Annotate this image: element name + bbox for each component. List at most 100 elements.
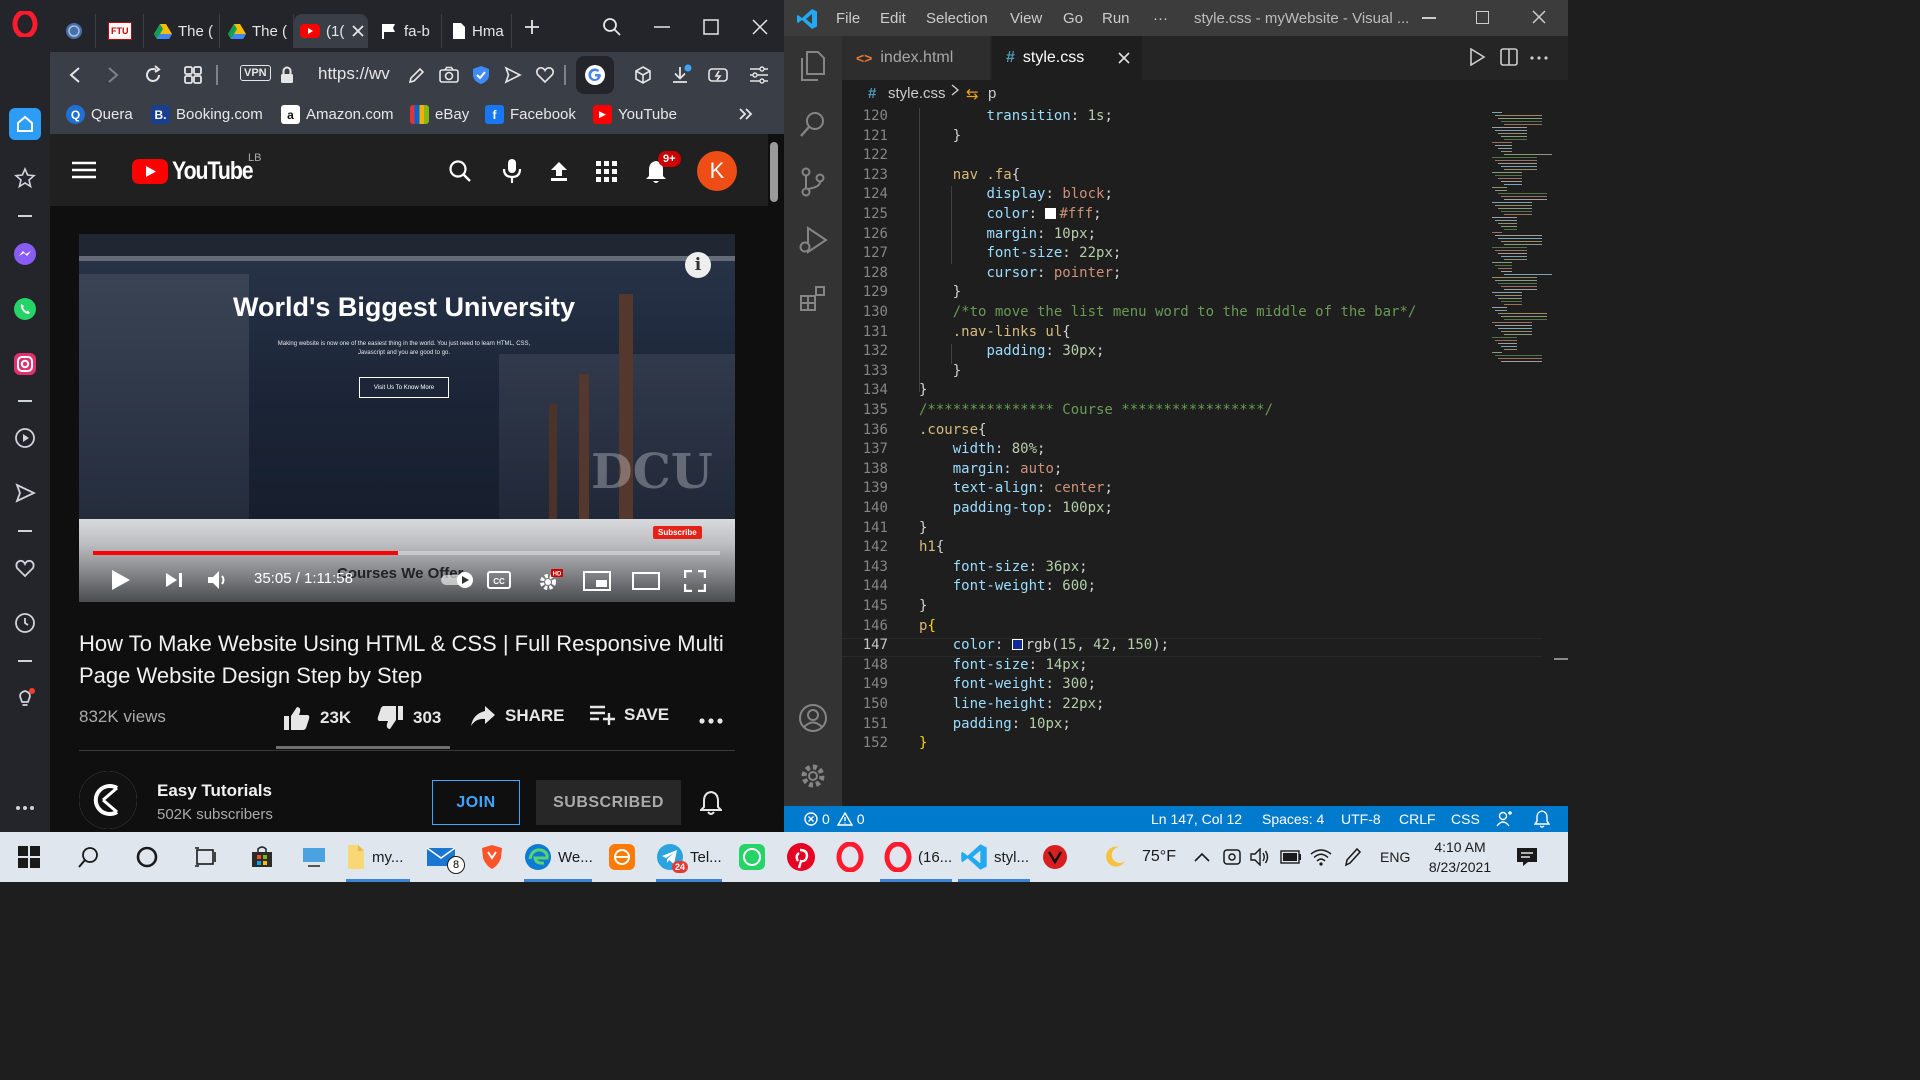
search-icon[interactable] xyxy=(448,159,472,183)
new-tab-plus-icon[interactable] xyxy=(512,10,552,44)
bookmark-booking[interactable]: B. Booking.com xyxy=(151,105,263,124)
close-icon[interactable] xyxy=(1118,52,1130,64)
taskbar-telegram[interactable]: Tel... xyxy=(656,839,722,875)
home-icon[interactable] xyxy=(9,108,41,140)
color-swatch[interactable] xyxy=(1045,208,1057,219)
video-frame[interactable]: World's Biggest University Making websit… xyxy=(79,234,735,519)
microphone-icon[interactable] xyxy=(502,158,522,184)
vs-close-icon[interactable] xyxy=(1532,10,1546,24)
breadcrumb-symbol[interactable]: p xyxy=(988,85,996,102)
heart-icon[interactable] xyxy=(9,552,41,584)
apps-grid-icon[interactable] xyxy=(596,161,618,183)
bookmark-facebook[interactable]: f Facebook xyxy=(485,105,576,124)
close-icon[interactable] xyxy=(352,25,364,37)
problems-indicator[interactable]: 0 0 xyxy=(804,811,865,827)
reload-icon[interactable] xyxy=(140,62,166,88)
menu-edit[interactable]: Edit xyxy=(880,10,906,27)
next-icon[interactable] xyxy=(165,572,183,588)
info-icon[interactable]: i xyxy=(685,252,711,278)
menu-file[interactable]: File xyxy=(836,10,860,27)
easy-setup-icon[interactable] xyxy=(746,62,772,88)
menu-more[interactable]: ··· xyxy=(1153,10,1168,27)
window-close-icon[interactable] xyxy=(740,10,780,44)
explorer-files-icon[interactable] xyxy=(797,50,829,82)
more-dots-icon[interactable] xyxy=(9,792,41,824)
tab-style-css[interactable]: # style.css xyxy=(992,36,1142,80)
taskbar-vscode[interactable]: styl... xyxy=(960,839,1029,875)
source-control-icon[interactable] xyxy=(797,166,829,198)
task-view-icon[interactable] xyxy=(194,839,218,875)
manage-gear-icon[interactable] xyxy=(797,760,829,792)
channel-name[interactable]: Easy Tutorials xyxy=(157,781,272,801)
player-icon[interactable] xyxy=(9,422,41,454)
weather-widget[interactable]: 75°F xyxy=(1102,839,1176,875)
taskbar-file-explorer[interactable]: my... xyxy=(346,839,403,875)
captions-icon[interactable]: CC xyxy=(487,571,511,589)
taskbar-red-app[interactable] xyxy=(1042,839,1068,875)
action-center-icon[interactable] xyxy=(1516,839,1538,875)
taskbar-opera-gx[interactable] xyxy=(836,839,864,875)
instagram-icon[interactable] xyxy=(9,348,41,380)
vs-maximize-icon[interactable] xyxy=(1476,11,1489,24)
theater-mode-icon[interactable] xyxy=(632,572,660,590)
menu-view[interactable]: View xyxy=(1010,10,1042,27)
tab-search-icon[interactable] xyxy=(592,10,632,44)
notifications-bell-icon[interactable] xyxy=(1534,810,1550,828)
indentation[interactable]: Spaces: 4 xyxy=(1262,811,1324,827)
menu-run[interactable]: Run xyxy=(1102,10,1130,27)
taskbar-opera[interactable]: (16... xyxy=(884,839,952,875)
run-icon[interactable] xyxy=(1468,48,1486,66)
extensions-icon[interactable] xyxy=(797,282,829,314)
tab-drive-2[interactable]: The ( xyxy=(222,14,294,48)
breadcrumb-file[interactable]: style.css xyxy=(888,85,946,102)
desktop-app-icon[interactable] xyxy=(302,839,328,875)
tab-globe[interactable] xyxy=(58,14,96,48)
search-icon[interactable] xyxy=(797,108,829,140)
tab-youtube-active[interactable]: (1( xyxy=(294,14,368,48)
camera-icon[interactable] xyxy=(436,62,462,88)
volume-icon[interactable] xyxy=(207,570,231,590)
back-icon[interactable] xyxy=(62,62,88,88)
video-player[interactable]: World's Biggest University Making websit… xyxy=(79,234,735,602)
split-editor-icon[interactable] xyxy=(1500,48,1518,66)
tab-fa-b[interactable]: fa-b xyxy=(374,14,442,48)
battery-icon[interactable] xyxy=(1280,839,1302,875)
opera-logo-icon[interactable] xyxy=(9,8,41,40)
chevron-up-icon[interactable] xyxy=(1194,839,1210,875)
autoplay-toggle[interactable] xyxy=(441,571,475,589)
page-scrollbar[interactable] xyxy=(770,142,778,202)
accounts-icon[interactable] xyxy=(797,702,829,734)
taskbar-orange-app[interactable] xyxy=(608,839,636,875)
edit-icon[interactable] xyxy=(404,62,430,88)
code-editor[interactable]: 120 transition: 1s; 121 } 122 123 nav .fa{1… xyxy=(842,108,1542,806)
end-of-line[interactable]: CRLF xyxy=(1399,811,1436,827)
clock[interactable]: 4:10 AM 8/23/2021 xyxy=(1420,837,1500,877)
minimap[interactable] xyxy=(1488,108,1556,366)
cube-icon[interactable] xyxy=(630,62,656,88)
forward-icon[interactable] xyxy=(100,62,126,88)
search-icon[interactable] xyxy=(78,839,100,875)
volume-icon[interactable] xyxy=(1250,839,1270,875)
bookmarks-overflow-icon[interactable] xyxy=(738,106,754,122)
maximize-icon[interactable] xyxy=(691,10,731,44)
subscribed-button[interactable]: SUBSCRIBED xyxy=(536,780,681,825)
shield-icon[interactable] xyxy=(468,62,494,88)
taskbar-edge[interactable]: We... xyxy=(524,839,593,875)
bookmark-quera[interactable]: Q Quera xyxy=(66,105,133,124)
editor-scroll-indicator[interactable] xyxy=(1554,658,1568,660)
progress-track[interactable] xyxy=(93,551,720,555)
bookmark-ebay[interactable]: eBay xyxy=(410,105,469,124)
cursor-position[interactable]: Ln 147, Col 12 xyxy=(1151,811,1242,827)
download-icon[interactable] xyxy=(668,62,694,88)
channel-avatar[interactable] xyxy=(79,771,137,829)
avatar[interactable]: K xyxy=(697,151,737,191)
play-icon[interactable] xyxy=(111,569,131,591)
share-button[interactable]: SHARE xyxy=(470,705,565,727)
lightbulb-icon[interactable] xyxy=(9,682,41,714)
more-actions-icon[interactable] xyxy=(699,718,723,724)
upload-icon[interactable] xyxy=(548,160,570,182)
tab-hma[interactable]: Hma xyxy=(446,14,512,48)
bookmark-amazon[interactable]: a Amazon.com xyxy=(281,105,394,124)
send-icon[interactable] xyxy=(9,477,41,509)
google-extension-icon[interactable] xyxy=(576,56,614,94)
